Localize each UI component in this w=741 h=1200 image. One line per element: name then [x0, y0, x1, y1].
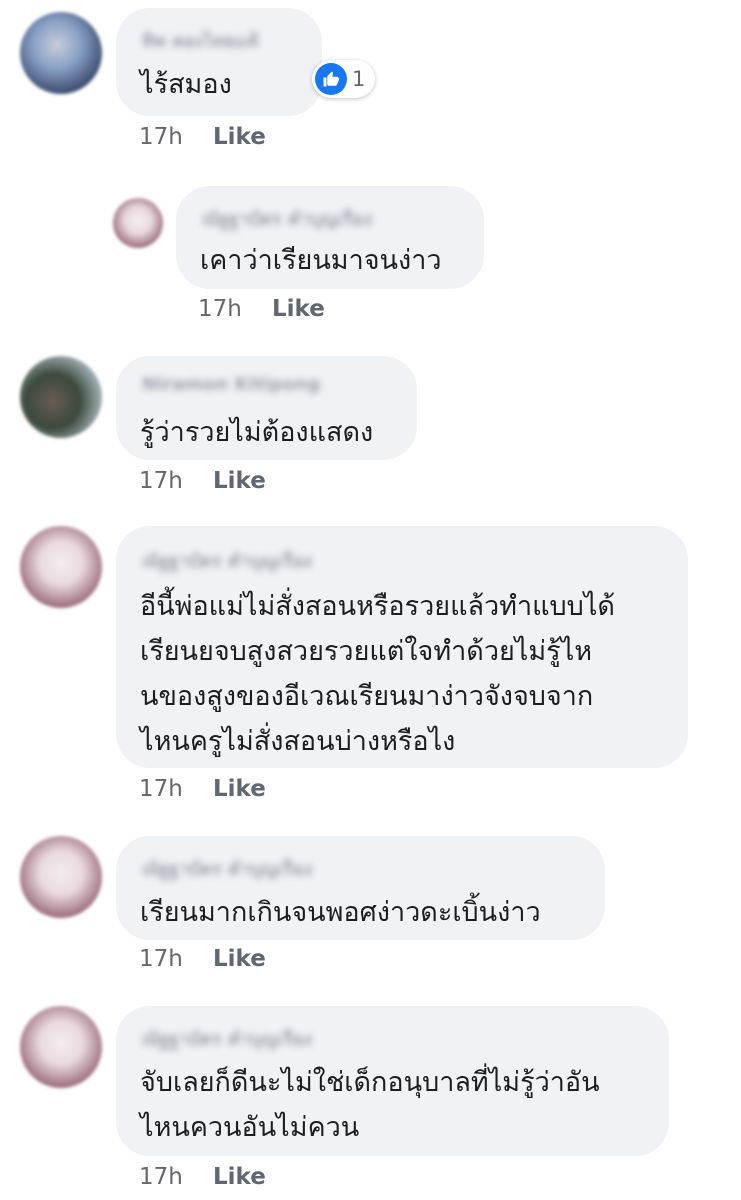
- avatar[interactable]: [20, 836, 102, 918]
- reaction-badge[interactable]: 1: [312, 60, 376, 98]
- comment-author[interactable]: ณัฐฐาบัตร คำบุญเรือง: [142, 1024, 312, 1053]
- reaction-count: 1: [352, 67, 366, 91]
- comment-timestamp[interactable]: 17h: [139, 946, 213, 972]
- comment-bubble: ณัฐฐาบัตร คำบุญเรือง เรียนมากเกินจนพอศง่…: [116, 836, 605, 940]
- avatar[interactable]: [20, 356, 102, 438]
- comment-item: ณัฐฐาบัตร คำบุญเรือง อีนี้พ่อแม่ไม่สั่งส…: [0, 520, 741, 810]
- comment-bubble: ณัฐฐาบัตร คำบุญเรือง จับเลยก็ดีนะไม่ใช่เ…: [116, 1006, 669, 1156]
- comment-timestamp[interactable]: 17h: [198, 296, 272, 322]
- comment-item: ทิพ คองไทยแท้ ไร้สมอง 1 17h Like: [0, 0, 741, 160]
- comment-text: ไร้สมอง: [140, 69, 232, 100]
- comment-timestamp[interactable]: 17h: [139, 1164, 213, 1190]
- comment-item: ณัฐฐาบัตร คำบุญเรือง เรียนมากเกินจนพอศง่…: [0, 830, 741, 990]
- comment-meta: 17h Like: [139, 946, 266, 972]
- like-button[interactable]: Like: [213, 468, 266, 494]
- comment-meta: 17h Like: [139, 776, 266, 802]
- reply-item: ณัฐฐาบัตร คำบุญเรือง เคาว่าเรียนมาจนง่าว…: [0, 180, 741, 330]
- comment-author[interactable]: ทิพ คองไทยแท้: [142, 26, 259, 55]
- comment-text: เรียนมากเกินจนพอศง่าวดะเบิ้นง่าว: [140, 897, 541, 928]
- comment-meta: 17h Like: [139, 468, 266, 494]
- comment-author[interactable]: ณัฐฐาบัตร คำบุญเรือง: [142, 546, 312, 575]
- comment-timestamp[interactable]: 17h: [139, 124, 213, 150]
- comment-bubble: ทิพ คองไทยแท้ ไร้สมอง: [116, 8, 322, 116]
- comment-text: จับเลยก็ดีนะไม่ใช่เด็กอนุบาลที่ไม่รู้ว่า…: [140, 1067, 600, 1143]
- comment-timestamp[interactable]: 17h: [139, 776, 213, 802]
- comment-text: เคาว่าเรียนมาจนง่าว: [200, 245, 442, 276]
- avatar[interactable]: [20, 526, 102, 608]
- comment-text: อีนี้พ่อแม่ไม่สั่งสอนหรือรวยแล้วทำแบบได้…: [140, 591, 615, 757]
- like-button[interactable]: Like: [213, 946, 266, 972]
- comment-author[interactable]: ณัฐฐาบัตร คำบุญเรือง: [202, 204, 372, 233]
- like-button[interactable]: Like: [213, 1164, 266, 1190]
- avatar[interactable]: [113, 198, 163, 248]
- comment-meta: 17h Like: [139, 1164, 266, 1190]
- comment-bubble: ณัฐฐาบัตร คำบุญเรือง อีนี้พ่อแม่ไม่สั่งส…: [116, 526, 688, 768]
- comment-item: ณัฐฐาบัตร คำบุญเรือง จับเลยก็ดีนะไม่ใช่เ…: [0, 1000, 741, 1200]
- like-button[interactable]: Like: [213, 124, 266, 150]
- avatar[interactable]: [20, 12, 102, 94]
- like-button[interactable]: Like: [272, 296, 325, 322]
- thumbs-up-icon: [315, 63, 347, 95]
- comment-author[interactable]: Niramon Kitipong: [142, 374, 320, 395]
- comment-bubble: Niramon Kitipong รู้ว่ารวยไม่ต้องแสดง: [116, 356, 417, 460]
- comment-meta: 17h Like: [139, 124, 266, 150]
- comment-bubble: ณัฐฐาบัตร คำบุญเรือง เคาว่าเรียนมาจนง่าว: [176, 186, 484, 289]
- avatar[interactable]: [20, 1006, 102, 1088]
- like-button[interactable]: Like: [213, 776, 266, 802]
- comment-author[interactable]: ณัฐฐาบัตร คำบุญเรือง: [142, 854, 312, 883]
- comment-item: Niramon Kitipong รู้ว่ารวยไม่ต้องแสดง 17…: [0, 350, 741, 510]
- comment-timestamp[interactable]: 17h: [139, 468, 213, 494]
- comment-text: รู้ว่ารวยไม่ต้องแสดง: [140, 417, 374, 448]
- comment-meta: 17h Like: [198, 296, 325, 322]
